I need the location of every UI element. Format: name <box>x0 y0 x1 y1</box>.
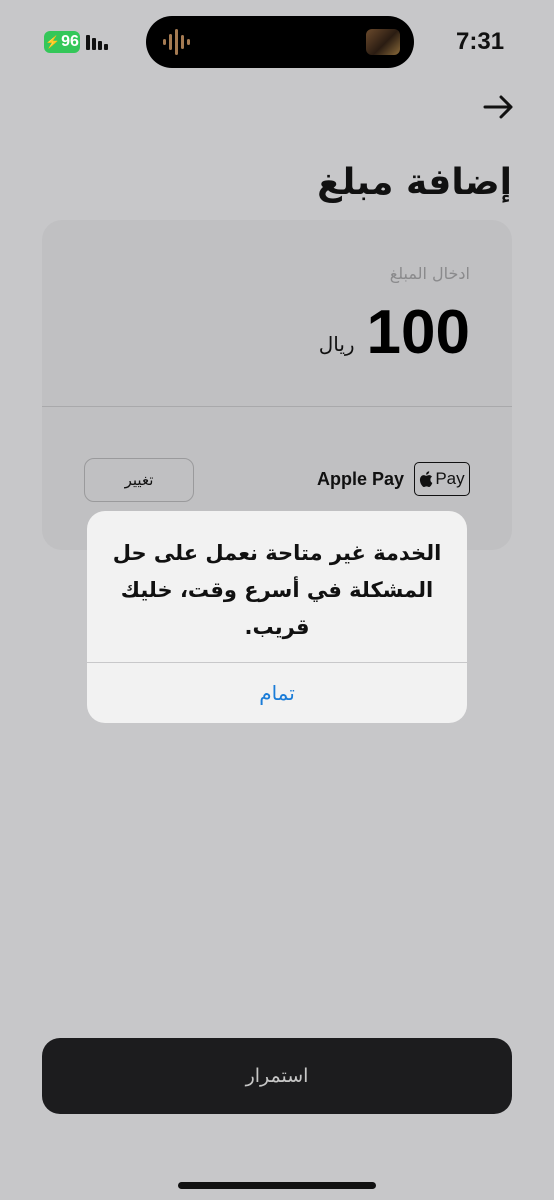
battery-level: 96 <box>61 33 79 50</box>
amount-value: 100 <box>366 298 470 367</box>
alert-ok-button[interactable]: تمام <box>87 663 467 723</box>
audio-waveform-icon <box>163 29 190 55</box>
apple-pay-badge-text: Pay <box>435 469 465 488</box>
amount-field[interactable]: ريال 100 <box>319 302 470 364</box>
amount-currency: ريال <box>318 332 355 356</box>
page-title: إضافة مبلغ <box>317 162 512 203</box>
apple-logo-icon <box>420 471 433 487</box>
now-playing-artwork <box>366 29 400 55</box>
amount-card: ادخال المبلغ ريال 100 تغيير Apple Pay Pa… <box>42 220 512 550</box>
apple-pay-badge: Pay <box>414 462 470 496</box>
battery-indicator: ⚡ 96 <box>44 31 80 53</box>
amount-label: ادخال المبلغ <box>389 264 470 283</box>
battery-charging-icon: ⚡ <box>45 35 61 49</box>
status-time: 7:31 <box>456 28 505 55</box>
continue-button[interactable]: استمرار <box>42 1038 512 1114</box>
alert-message: الخدمة غير متاحة نعمل على حل المشكلة في … <box>112 541 442 639</box>
card-divider <box>42 406 512 407</box>
dynamic-island[interactable] <box>146 16 414 68</box>
change-payment-button[interactable]: تغيير <box>84 458 194 502</box>
service-unavailable-alert: الخدمة غير متاحة نعمل على حل المشكلة في … <box>87 511 467 723</box>
payment-method: Apple Pay Pay <box>317 462 470 496</box>
arrow-right-icon[interactable] <box>482 92 516 122</box>
home-indicator[interactable] <box>178 1182 376 1189</box>
payment-method-name: Apple Pay <box>316 468 404 489</box>
signal-bars-icon <box>86 35 108 50</box>
